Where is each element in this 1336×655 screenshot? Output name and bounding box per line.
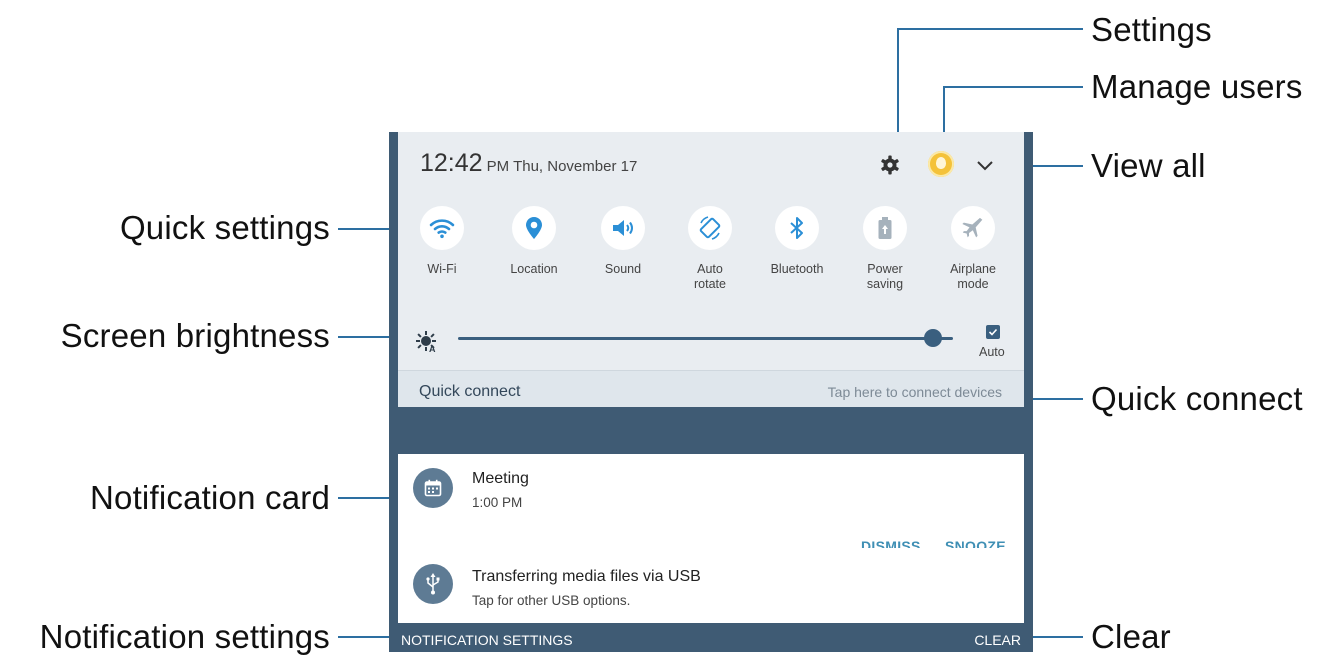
- quick-connect-bar[interactable]: Quick connect Tap here to connect device…: [398, 370, 1024, 407]
- tile-wifi[interactable]: Wi-Fi: [398, 206, 486, 277]
- callout-settings: Settings: [1091, 11, 1212, 48]
- notification-title: Meeting: [472, 470, 529, 487]
- callout-quick-connect: Quick connect: [1091, 380, 1303, 417]
- leader-view-all: [1033, 165, 1083, 167]
- status-clock: 12:42 PM Thu, November 17: [420, 149, 637, 178]
- usb-icon: [413, 564, 453, 604]
- tile-location[interactable]: Location: [490, 206, 578, 277]
- tile-label: Airplane mode: [950, 262, 996, 291]
- battery-icon: [863, 206, 907, 250]
- svg-text:A: A: [429, 344, 436, 353]
- leader-quick-settings: [338, 228, 389, 230]
- brightness-slider-handle[interactable]: [924, 329, 943, 347]
- notification-settings-button[interactable]: NOTIFICATION SETTINGS: [401, 632, 573, 648]
- brightness-slider-track[interactable]: [458, 337, 953, 340]
- tile-bluetooth[interactable]: Bluetooth: [753, 206, 841, 277]
- leader-notification-settings: [338, 636, 389, 638]
- tile-label: Bluetooth: [770, 262, 824, 276]
- clock-time: 12:42: [420, 149, 483, 177]
- clear-button[interactable]: CLEAR: [974, 632, 1021, 648]
- calendar-icon: [413, 468, 453, 508]
- tile-airplane-mode[interactable]: Airplane mode: [929, 206, 1017, 292]
- tile-power-saving[interactable]: Power saving: [841, 206, 929, 292]
- quick-connect-title: Quick connect: [419, 383, 521, 400]
- leader-notification-card: [338, 497, 389, 499]
- notification-panel: 12:42 PM Thu, November 17 Wi-Fi Location…: [389, 132, 1033, 652]
- wifi-icon: [420, 206, 464, 250]
- user-avatar-icon[interactable]: [928, 151, 954, 177]
- callout-manage-users: Manage users: [1091, 68, 1303, 105]
- auto-brightness-checkbox[interactable]: [986, 325, 1000, 339]
- clock-date: Thu, November 17: [513, 158, 638, 175]
- chevron-down-icon[interactable]: [975, 155, 995, 175]
- tile-label: Location: [510, 262, 558, 276]
- auto-rotate-icon: [688, 206, 732, 250]
- callout-clear: Clear: [1091, 618, 1171, 655]
- callout-quick-settings: Quick settings: [119, 209, 330, 246]
- leader-manage-users-h: [944, 86, 1083, 88]
- notification-card-usb[interactable]: Transferring media files via USB Tap for…: [398, 548, 1024, 623]
- airplane-icon: [951, 206, 995, 250]
- callout-view-all: View all: [1091, 147, 1206, 184]
- tile-label: Wi-Fi: [427, 262, 457, 276]
- brightness-icon: A: [416, 331, 438, 354]
- tile-label: Power saving: [866, 262, 904, 291]
- bluetooth-icon: [775, 206, 819, 250]
- gear-icon[interactable]: [878, 153, 902, 177]
- quick-settings-panel: 12:42 PM Thu, November 17 Wi-Fi Location…: [398, 132, 1024, 370]
- notification-subtitle: 1:00 PM: [472, 495, 523, 510]
- auto-brightness-label: Auto: [979, 345, 1005, 359]
- callout-notification-card: Notification card: [89, 479, 330, 516]
- leader-clear: [1033, 636, 1083, 638]
- leader-quick-connect: [1033, 398, 1083, 400]
- location-pin-icon: [512, 206, 556, 250]
- tile-auto-rotate[interactable]: Auto rotate: [666, 206, 754, 292]
- leader-settings-v: [897, 28, 899, 148]
- quick-connect-hint: Tap here to connect devices: [827, 384, 1002, 400]
- clock-ampm: PM: [486, 158, 510, 175]
- notification-subtitle: Tap for other USB options.: [472, 593, 631, 608]
- speaker-icon: [601, 206, 645, 250]
- tile-label: Sound: [604, 262, 642, 276]
- callout-notification-settings: Notification settings: [39, 618, 330, 655]
- notification-title: Transferring media files via USB: [472, 568, 701, 585]
- notification-footer: NOTIFICATION SETTINGS CLEAR: [389, 623, 1033, 652]
- leader-settings-h: [898, 28, 1083, 30]
- tile-label: Auto rotate: [694, 262, 726, 291]
- tile-sound[interactable]: Sound: [579, 206, 667, 277]
- leader-screen-brightness: [338, 336, 389, 338]
- callout-screen-brightness: Screen brightness: [60, 317, 330, 354]
